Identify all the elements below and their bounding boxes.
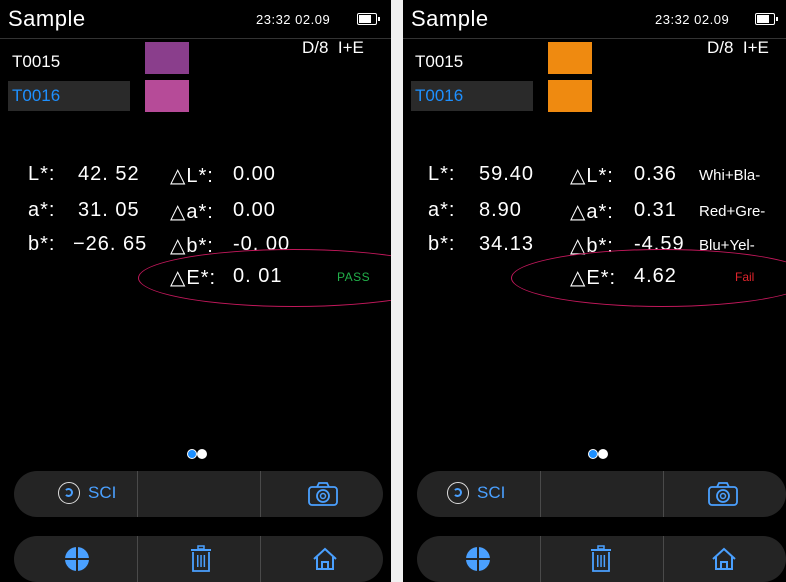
page-indicator [588,449,612,459]
b-label: b*: [428,233,456,255]
delta-a-value: 0.00 [233,199,276,221]
annotation-ellipse [511,249,786,307]
sample-item[interactable]: T0015 [411,46,533,78]
sample-name: T0015 [12,52,61,71]
sample-item-selected[interactable]: T0016 [8,81,130,111]
camera-icon[interactable] [307,481,339,507]
delta-l-label: △L*: [170,165,214,187]
sample-item[interactable]: T0015 [8,46,130,78]
sample-name: T0016 [12,86,61,105]
b-value: 34.13 [479,233,535,255]
sample-color-swatch [145,80,189,112]
screen-title: Sample [411,6,489,31]
sample-name: T0016 [415,86,464,105]
sci-label: SCI [477,483,506,502]
toolbar-bottom [417,536,786,582]
measure-mode: D/8 I+E [707,38,769,57]
clock: 23:32 02.09 [655,12,730,27]
page-dot [197,449,207,459]
clock: 23:32 02.09 [256,12,331,27]
delta-a-label: △a*: [570,201,614,223]
l-label: L*: [28,163,56,185]
a-label: a*: [28,199,56,221]
screen-title: Sample [8,6,86,31]
l-label: L*: [428,163,456,185]
toolbar-divider [260,536,261,582]
battery-icon [755,13,778,25]
page-dot [598,449,608,459]
screen-right: Sample 23:32 02.09 D/8 I+E T0015 T0016 L… [403,0,786,582]
crosshair-icon[interactable] [64,546,90,572]
a-value: 31. 05 [78,199,140,221]
b-value: −26. 65 [73,233,148,255]
sci-label: SCI [88,483,117,502]
delta-a-label: △a*: [170,201,214,223]
camera-icon[interactable] [707,481,739,507]
delta-a-description: Red+Gre- [699,203,766,220]
delta-l-description: Whi+Bla- [699,167,761,184]
sci-button[interactable]: SCI [447,482,505,504]
delta-l-value: 0.00 [233,163,276,185]
toolbar-divider [137,471,138,517]
toolbar-divider [260,471,261,517]
a-label: a*: [428,199,456,221]
home-icon[interactable] [711,547,737,571]
home-icon[interactable] [312,547,338,571]
screen-left: Sample 23:32 02.09 D/8 I+E T0015 T0016 L… [0,0,391,582]
page-indicator [187,449,211,459]
sci-button[interactable]: SCI [58,482,116,504]
toolbar-divider [540,471,541,517]
page-dot-active [588,449,598,459]
toolbar-divider [663,536,664,582]
b-label: b*: [28,233,56,255]
screen-separator [391,0,403,582]
delta-a-value: 0.31 [634,199,677,221]
trash-icon[interactable] [190,545,212,573]
battery-icon [357,13,380,25]
sample-name: T0015 [415,52,464,71]
page-dot-active [187,449,197,459]
toolbar-top: SCI [14,471,383,517]
delta-l-value: 0.36 [634,163,677,185]
l-value: 59.40 [479,163,535,185]
sample-color-swatch [548,42,592,74]
toolbar-top: SCI [417,471,786,517]
toolbar-divider [137,536,138,582]
toolbar-bottom [14,536,383,582]
trash-icon[interactable] [590,545,612,573]
toolbar-divider [540,536,541,582]
sample-color-swatch [548,80,592,112]
crosshair-icon[interactable] [465,546,491,572]
sci-mode-icon [447,482,469,504]
a-value: 8.90 [479,199,522,221]
toolbar-divider [663,471,664,517]
l-value: 42. 52 [78,163,140,185]
measure-mode: D/8 I+E [302,38,364,57]
delta-l-label: △L*: [570,165,614,187]
sample-color-swatch [145,42,189,74]
sample-item-selected[interactable]: T0016 [411,81,533,111]
sci-mode-icon [58,482,80,504]
